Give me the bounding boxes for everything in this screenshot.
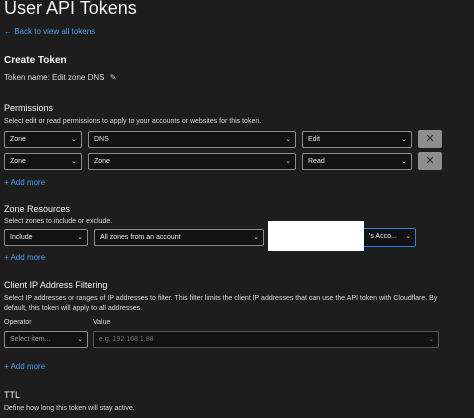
permission-item-select[interactable]: Zone ⌄ (88, 153, 296, 170)
token-name-label: Token name: Edit zone DNS ✎ (4, 73, 117, 82)
permission-level-select[interactable]: Edit ⌄ (302, 131, 412, 148)
chevron-down-icon: ⌄ (285, 136, 291, 143)
chevron-down-icon: ⌄ (401, 158, 407, 165)
chevron-down-icon: ⌄ (71, 136, 77, 143)
permission-level-select[interactable]: Read ⌄ (302, 153, 412, 170)
create-token-heading: Create Token (4, 55, 67, 66)
chevron-down-icon: ⌄ (285, 158, 291, 165)
add-zone-resource-link[interactable]: + Add more (4, 253, 45, 262)
chevron-down-icon: ⌄ (428, 336, 434, 343)
close-icon: ✕ (425, 155, 435, 167)
remove-permission-button[interactable]: ✕ (418, 152, 442, 170)
zone-resources-heading: Zone Resources (4, 204, 71, 214)
permission-item-select[interactable]: DNS ⌄ (88, 131, 296, 148)
redacted-account-name (268, 221, 364, 251)
remove-permission-button[interactable]: ✕ (418, 130, 442, 148)
permissions-description: Select edit or read permissions to apply… (4, 118, 262, 125)
close-icon: ✕ (425, 133, 435, 145)
add-ip-filter-link[interactable]: + Add more (4, 362, 45, 371)
pencil-icon[interactable]: ✎ (110, 73, 117, 82)
add-permission-link[interactable]: + Add more (4, 178, 45, 187)
operator-select[interactable]: Select item... ⌄ (4, 331, 88, 348)
ip-filtering-description-2: default, this token will apply to all ad… (4, 305, 143, 312)
value-label: Value (93, 319, 111, 326)
chevron-down-icon: ⌄ (71, 158, 77, 165)
ip-filtering-heading: Client IP Address Filtering (4, 280, 108, 290)
page-title: User API Tokens (4, 0, 137, 18)
ttl-description: Define how long this token will stay act… (4, 405, 135, 412)
permission-scope-select[interactable]: Zone ⌄ (4, 131, 82, 148)
ip-filtering-description: Select IP addresses or ranges of IP addr… (4, 295, 438, 302)
chevron-down-icon: ⌄ (401, 136, 407, 143)
ip-value-input[interactable]: e.g. 192.168.1.88 ⌄ (93, 331, 439, 348)
operator-label: Operator (4, 319, 32, 326)
chevron-down-icon: ⌄ (77, 336, 83, 343)
include-exclude-select[interactable]: Include ⌄ (4, 229, 88, 246)
permissions-heading: Permissions (4, 103, 54, 113)
zone-resources-description: Select zones to include or exclude. (4, 218, 113, 225)
chevron-down-icon: ⌄ (77, 234, 83, 241)
ttl-heading: TTL (4, 390, 21, 400)
chevron-down-icon: ⌄ (405, 233, 411, 240)
chevron-down-icon: ⌄ (253, 234, 259, 241)
back-to-tokens-link[interactable]: ← Back to view all tokens (4, 27, 95, 36)
permission-scope-select[interactable]: Zone ⌄ (4, 153, 82, 170)
zone-scope-select[interactable]: All zones from an account ⌄ (94, 229, 264, 246)
